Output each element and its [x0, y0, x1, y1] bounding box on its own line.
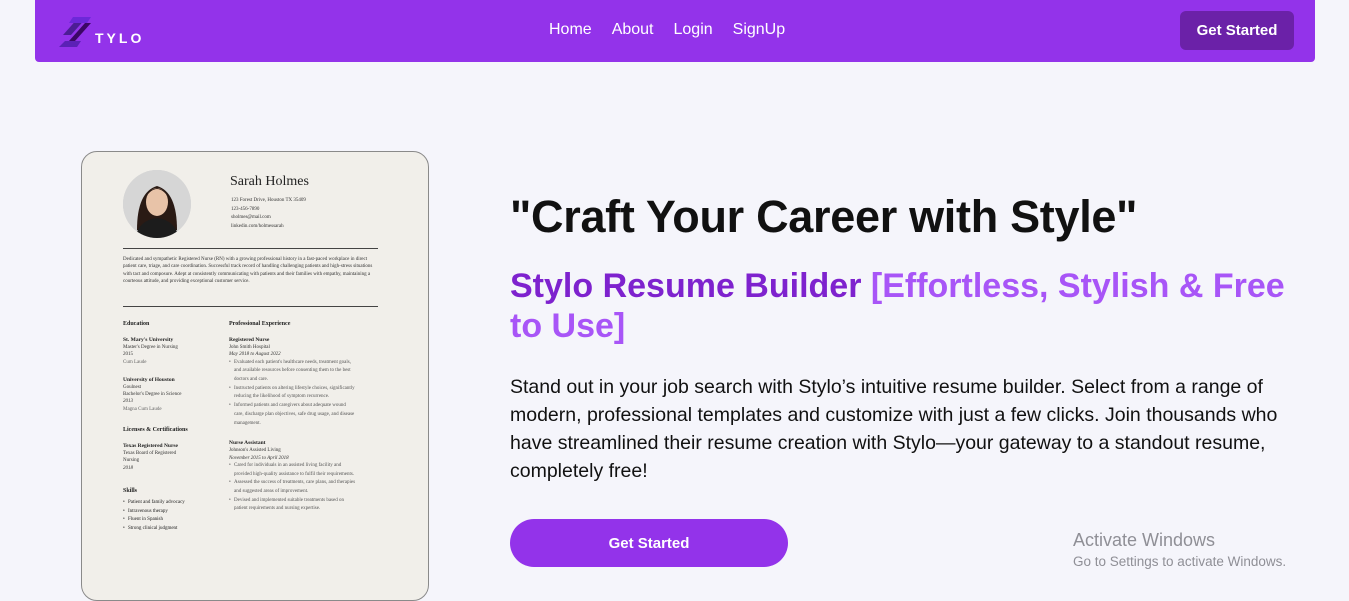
job-bullet: doctors and care.	[234, 377, 269, 382]
job-bullet: and suggested areas of improvement.	[234, 488, 309, 494]
skill-item: Fluent in Spanish	[123, 516, 219, 525]
education-line: Bachelor's Degree in Science	[123, 392, 182, 398]
job-bullet: and available resources before consentin…	[234, 368, 351, 374]
education-title: University of Houston	[123, 376, 175, 383]
navbar: TYLO Home About Login SignUp Get Started	[35, 0, 1315, 62]
nav-get-started-button[interactable]: Get Started	[1180, 11, 1294, 50]
skills-list: Patient and family advocacy Intravenous …	[123, 499, 219, 533]
job-company: John Smith Hospital	[229, 345, 270, 350]
nav-link-about[interactable]: About	[612, 21, 654, 39]
resume-right-column: Professional Experience Registered Nurse…	[229, 321, 389, 524]
education-line: Magna Cum Laude	[123, 406, 162, 412]
job-dates: May 2018 to August 2022	[229, 352, 281, 358]
resume-preview: Sarah Holmes 123 Forest Drive, Houston T…	[81, 151, 429, 601]
nav-link-home[interactable]: Home	[549, 21, 592, 39]
licenses-heading: Licenses & Certifications	[123, 427, 188, 434]
license-title: Texas Registered Nurse	[123, 443, 178, 450]
education-item: University of Houston Goulnest Bachelor'…	[123, 376, 219, 413]
job-bullet: Evaluated each patient's healthcare need…	[229, 359, 389, 368]
education-item: St. Mary's University Master's Degree in…	[123, 336, 219, 366]
resume-divider	[123, 248, 378, 249]
job-item: Nurse Assistant Johnson's Assisted Livin…	[229, 439, 389, 514]
resume-divider	[123, 306, 378, 307]
experience-heading: Professional Experience	[229, 321, 291, 327]
license-line: 2018	[123, 465, 133, 471]
job-bullet: Cared for individuals in an assisted liv…	[229, 462, 389, 471]
nav-links: Home About Login SignUp	[549, 21, 785, 39]
job-title: Registered Nurse	[229, 337, 270, 343]
skill-item: Patient and family advocacy	[123, 499, 219, 508]
education-line: 2013	[123, 399, 133, 405]
nav-link-login[interactable]: Login	[674, 21, 713, 39]
resume-contact: 123 Forest Drive, Houston TX 35409 123-4…	[231, 197, 306, 231]
resume-left-column: Education St. Mary's University Master's…	[123, 321, 219, 533]
hero-subtitle: Stylo Resume Builder [Effortless, Stylis…	[510, 266, 1290, 346]
job-bullet: Instructed patients on altering lifestyl…	[229, 385, 389, 394]
education-line: 2015	[123, 352, 133, 358]
job-item: Registered Nurse John Smith Hospital May…	[229, 336, 389, 428]
education-line: Goulnest	[123, 384, 142, 390]
job-bullet: provided high-quality assistance to fulf…	[234, 471, 355, 477]
education-line: Master's Degree in Nursing	[123, 345, 178, 350]
hero-description: Stand out in your job search with Stylo’…	[510, 376, 1278, 482]
avatar	[123, 170, 191, 238]
windows-activation-watermark: Activate Windows Go to Settings to activ…	[1073, 530, 1286, 569]
brand-logo[interactable]: TYLO	[57, 11, 177, 51]
job-bullets: Cared for individuals in an assisted liv…	[229, 462, 389, 514]
hero-get-started-button[interactable]: Get Started	[510, 519, 788, 567]
brand-name: TYLO	[95, 30, 145, 46]
job-bullet: care, discharge plan objectives, safe dr…	[234, 411, 355, 417]
job-bullet: patient requirements and nursing experti…	[234, 506, 321, 512]
resume-linkedin: linkedin.com/holmessarah	[231, 223, 284, 229]
job-bullet: Informed patients and caregivers about a…	[229, 402, 389, 411]
job-bullet: reducing the likelihood of symptom recur…	[234, 394, 330, 400]
watermark-title: Activate Windows	[1073, 530, 1216, 550]
license-line: Texas Board of Registered	[123, 451, 177, 457]
license-item: Texas Registered Nurse Texas Board of Re…	[123, 442, 219, 472]
resume-phone: 123-456-7890	[231, 206, 260, 212]
education-heading: Education	[123, 321, 150, 327]
stylo-logo-icon	[59, 17, 91, 47]
skill-item: Intravenous therapy	[123, 508, 219, 517]
education-line: Cum Laude	[123, 359, 147, 365]
education-title: St. Mary's University	[123, 337, 174, 343]
hero-title: "Craft Your Career with Style"	[510, 191, 1138, 242]
job-bullet: Assessed the success of treatments, care…	[229, 479, 389, 488]
skill-item: Strong clinical judgment	[123, 525, 219, 534]
nav-link-signup[interactable]: SignUp	[733, 21, 785, 39]
job-company: Johnson's Assisted Living	[229, 448, 281, 454]
watermark-subtitle: Go to Settings to activate Windows.	[1073, 554, 1287, 569]
hero-subtitle-main: Stylo Resume Builder	[510, 267, 862, 305]
resume-address: 123 Forest Drive, Houston TX 35409	[231, 198, 306, 203]
job-bullets: Evaluated each patient's healthcare need…	[229, 359, 389, 429]
job-bullet: Devised and implemented suitable treatme…	[229, 497, 389, 506]
job-dates: November 2015 to April 2018	[229, 455, 289, 461]
license-line: Nursing	[123, 458, 140, 464]
job-title: Nurse Assistant	[229, 440, 266, 447]
resume-email: sholmes@mail.com	[231, 215, 271, 220]
resume-name: Sarah Holmes	[230, 174, 309, 189]
skills-heading: Skills	[123, 487, 138, 494]
job-bullet: management.	[234, 420, 261, 426]
resume-summary: Dedicated and sympathetic Registered Nur…	[123, 257, 373, 285]
